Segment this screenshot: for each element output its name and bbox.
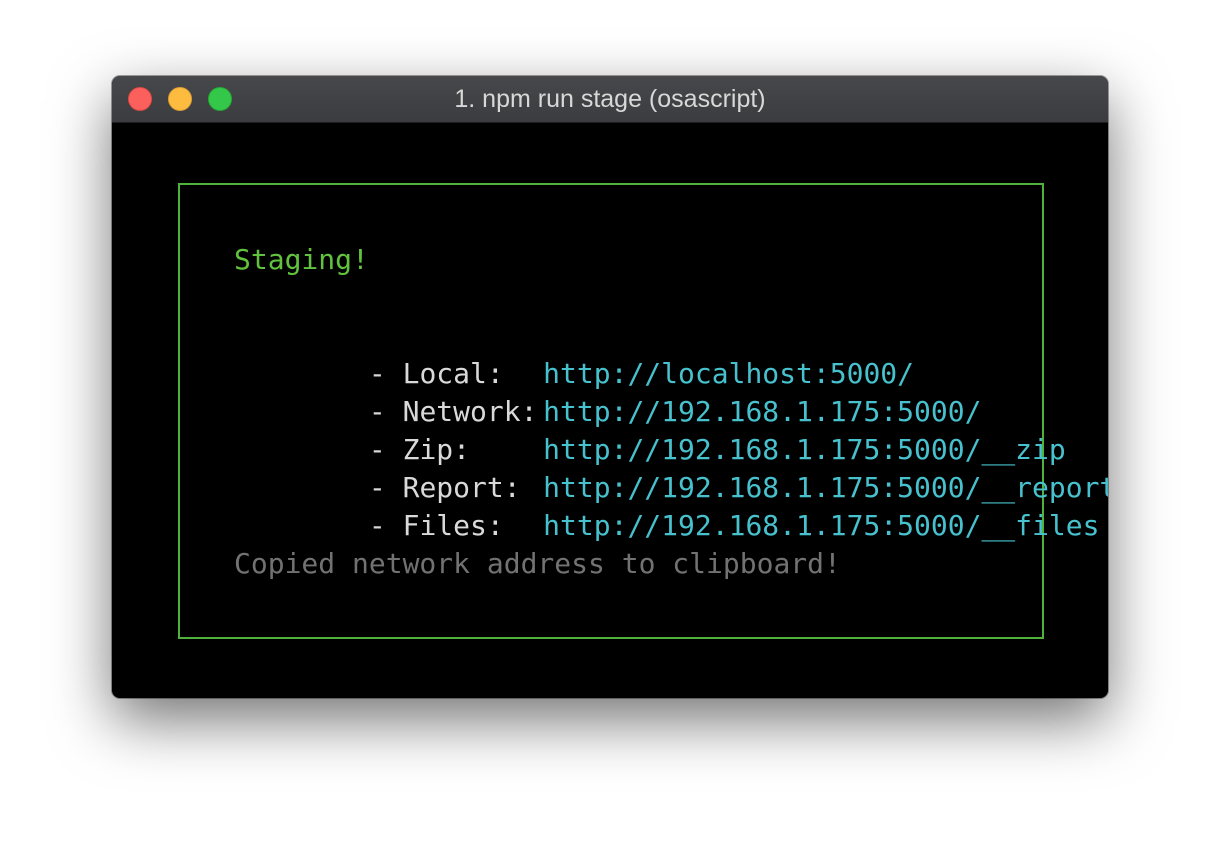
row-label: - Files: — [335, 509, 504, 542]
title-bar[interactable]: 1. npm run stage (osascript) — [112, 76, 1108, 123]
clipboard-notice: Copied network address to clipboard! — [234, 547, 841, 580]
window-title: 1. npm run stage (osascript) — [454, 85, 766, 113]
staging-heading: Staging! — [234, 243, 369, 276]
terminal-output[interactable]: Staging! - Local: http://localhost:5000/ … — [112, 123, 1108, 698]
url-link[interactable]: http://192.168.1.175:5000/__files — [543, 509, 1099, 542]
terminal-window: 1. npm run stage (osascript) Staging! - … — [112, 76, 1108, 698]
